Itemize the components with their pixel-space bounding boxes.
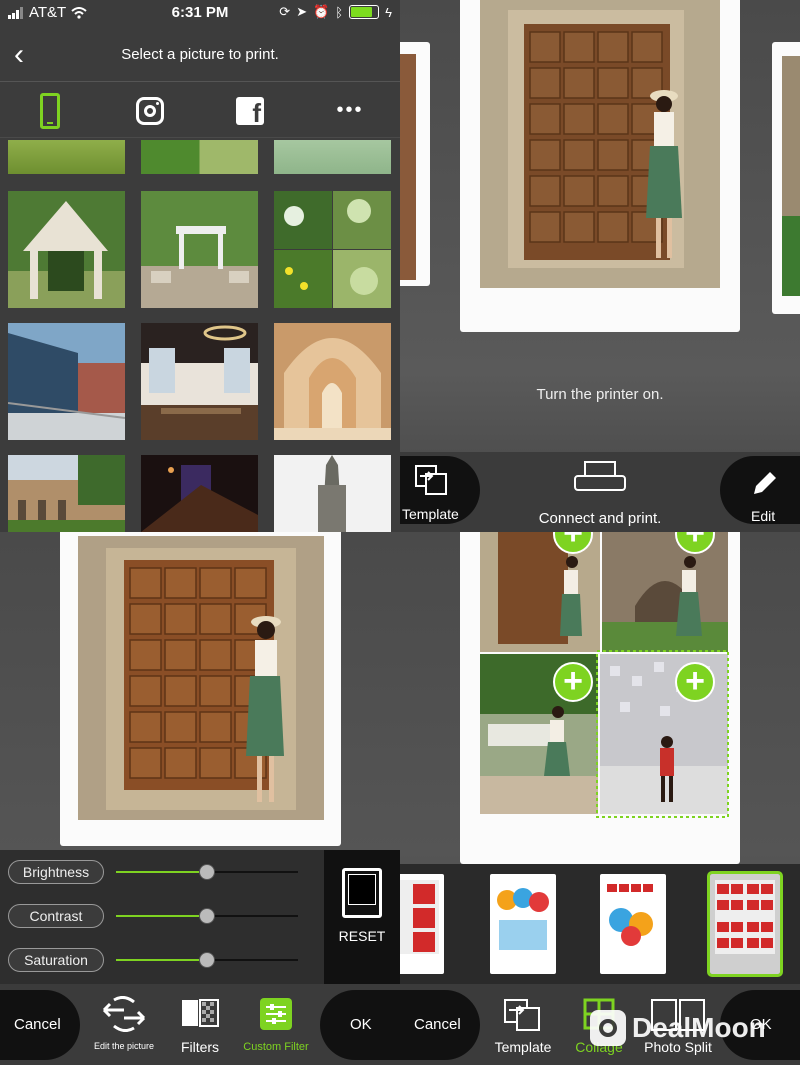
watermark: DealMoon bbox=[590, 1010, 766, 1046]
tab-instagram[interactable] bbox=[125, 89, 175, 133]
template-thumbnail bbox=[715, 880, 775, 954]
alarm-icon: ⏰ bbox=[313, 4, 330, 19]
instagram-icon bbox=[136, 96, 164, 125]
more-icon: ••• bbox=[336, 99, 364, 121]
watermark-text: DealMoon bbox=[632, 1012, 766, 1043]
phone-icon bbox=[40, 92, 60, 129]
picture-select-screen: AT&T 6:31 PM ⟳ ➤ ⏰ ᛒ ϟ ‹ Select a pictur… bbox=[0, 0, 400, 532]
photo-thumbnail[interactable] bbox=[141, 140, 258, 174]
saturation-label: Saturation bbox=[8, 948, 104, 972]
edit-button[interactable]: Edit bbox=[720, 456, 800, 524]
print-preview-screen: Turn the printer on. Template Connect an… bbox=[400, 0, 800, 532]
print-toolbar: Template Connect and print. Edit bbox=[400, 452, 800, 532]
edit-picture-button[interactable]: Edit the picture bbox=[84, 995, 164, 1051]
cancel-label: Cancel bbox=[414, 1016, 461, 1033]
collage-template[interactable] bbox=[400, 874, 444, 974]
door-photo bbox=[78, 536, 324, 820]
contrast-label: Contrast bbox=[8, 904, 104, 928]
reset-icon bbox=[342, 868, 382, 918]
location-icon: ➤ bbox=[296, 4, 308, 19]
sliders-icon bbox=[260, 998, 292, 1030]
slider-knob[interactable] bbox=[199, 952, 215, 968]
transform-icon bbox=[102, 995, 146, 1033]
printer-status-message: Turn the printer on. bbox=[536, 386, 664, 403]
next-print-card[interactable] bbox=[772, 42, 800, 314]
source-tabs: f ••• bbox=[0, 84, 400, 138]
adjustment-sliders: Brightness Contrast Saturation bbox=[0, 850, 324, 984]
status-icons: ⟳ ➤ ⏰ ᛒ ϟ bbox=[279, 4, 392, 20]
tab-phone[interactable] bbox=[25, 89, 75, 133]
photo-thumbnail[interactable] bbox=[141, 191, 258, 308]
contrast-slider[interactable]: Contrast bbox=[8, 904, 308, 930]
door-photo bbox=[480, 0, 720, 288]
photo-thumbnail[interactable] bbox=[141, 455, 258, 532]
template-label: Template bbox=[494, 1039, 552, 1055]
filters-button[interactable]: Filters bbox=[168, 996, 232, 1055]
saturation-slider[interactable]: Saturation bbox=[8, 948, 308, 974]
photo-thumbnail[interactable] bbox=[8, 140, 125, 174]
print-preview-card[interactable] bbox=[460, 0, 740, 332]
filter-preview-card bbox=[60, 532, 341, 846]
photo-thumbnail[interactable] bbox=[8, 323, 125, 440]
cancel-label: Cancel bbox=[14, 1016, 61, 1033]
collage-template-selected[interactable] bbox=[707, 871, 783, 977]
add-photo-icon[interactable]: + bbox=[675, 662, 715, 702]
photo-thumbnail[interactable] bbox=[274, 140, 391, 174]
bluetooth-icon: ᛒ bbox=[335, 4, 344, 20]
template-thumbnail bbox=[605, 880, 661, 954]
template-icon bbox=[504, 999, 540, 1031]
battery-icon bbox=[349, 5, 380, 19]
collage-card: + + + + bbox=[460, 532, 740, 864]
custom-filter-label: Custom Filter bbox=[243, 1041, 309, 1053]
filter-toolbar: Cancel Edit the picture Filters Custom F… bbox=[0, 984, 400, 1065]
charging-icon: ϟ bbox=[385, 4, 392, 20]
cancel-button[interactable]: Cancel bbox=[400, 990, 480, 1060]
collage-template[interactable] bbox=[600, 874, 666, 974]
photo-thumbnail[interactable] bbox=[274, 323, 391, 440]
nav-bar: ‹ Select a picture to print. bbox=[0, 30, 400, 82]
collage-screen: + + + + Cancel Template Collage Photo Sp… bbox=[400, 532, 800, 1065]
slider-knob[interactable] bbox=[199, 864, 215, 880]
ok-button[interactable]: OK bbox=[320, 990, 400, 1060]
template-icon bbox=[415, 465, 447, 495]
photo-thumbnail[interactable] bbox=[274, 191, 391, 308]
page-title: Select a picture to print. bbox=[121, 46, 279, 63]
ok-label: OK bbox=[350, 1016, 372, 1033]
slider-knob[interactable] bbox=[199, 908, 215, 924]
filters-label: Filters bbox=[180, 1039, 220, 1055]
status-bar: AT&T 6:31 PM ⟳ ➤ ⏰ ᛒ ϟ bbox=[0, 0, 400, 26]
collage-template-strip bbox=[400, 864, 800, 984]
photo-thumbnail[interactable] bbox=[8, 191, 125, 308]
custom-filter-button[interactable]: Custom Filter bbox=[236, 996, 316, 1053]
pencil-icon bbox=[754, 472, 776, 494]
facebook-icon: f bbox=[236, 96, 264, 125]
photo-thumbnail[interactable] bbox=[8, 455, 125, 532]
add-photo-icon[interactable]: + bbox=[553, 662, 593, 702]
filters-icon bbox=[182, 999, 219, 1027]
template-thumbnail bbox=[495, 880, 551, 954]
printer-icon bbox=[574, 461, 626, 491]
brightness-slider[interactable]: Brightness bbox=[8, 860, 308, 886]
collage-template[interactable] bbox=[490, 874, 556, 974]
dealmoon-logo-icon bbox=[590, 1010, 626, 1046]
edit-picture-label: Edit the picture bbox=[93, 1041, 155, 1051]
tab-more[interactable]: ••• bbox=[325, 89, 375, 133]
reset-label: RESET bbox=[338, 928, 386, 944]
edit-label: Edit bbox=[751, 508, 776, 524]
template-tab[interactable]: Template bbox=[486, 996, 560, 1055]
rotation-lock-icon: ⟳ bbox=[279, 4, 291, 19]
tab-facebook[interactable]: f bbox=[225, 89, 275, 133]
photo-thumbnail[interactable] bbox=[141, 323, 258, 440]
reset-button[interactable]: RESET bbox=[324, 850, 400, 984]
template-thumbnail bbox=[400, 880, 439, 954]
previous-print-card[interactable] bbox=[400, 42, 430, 286]
brightness-label: Brightness bbox=[8, 860, 104, 884]
custom-filter-screen: Brightness Contrast Saturation RESET Can… bbox=[0, 532, 400, 1065]
cancel-button[interactable]: Cancel bbox=[0, 990, 80, 1060]
photo-thumbnail[interactable] bbox=[274, 455, 391, 532]
